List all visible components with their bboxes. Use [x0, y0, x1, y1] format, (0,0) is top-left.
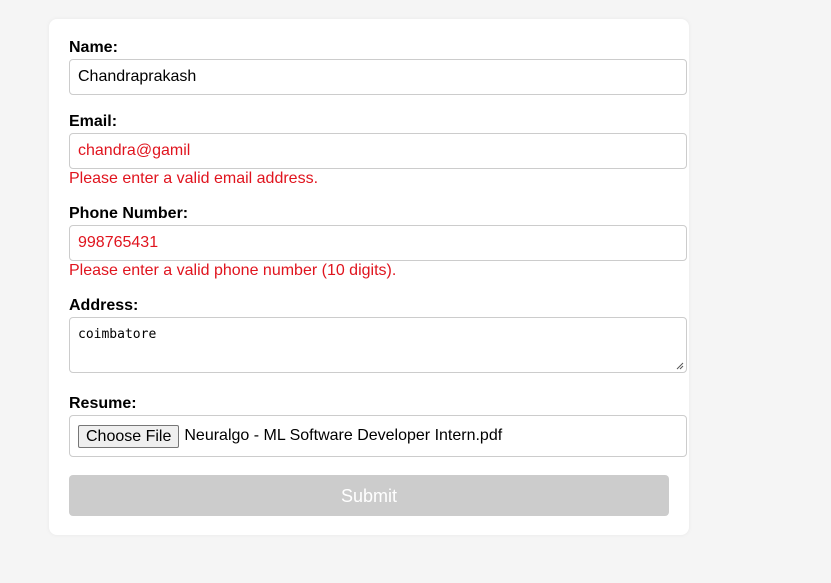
email-label: Email:	[69, 113, 118, 130]
phone-label: Phone Number:	[69, 205, 189, 222]
email-input[interactable]: chandra@gamil	[69, 133, 687, 169]
email-error-message: Please enter a valid email address.	[69, 170, 319, 187]
choose-file-button[interactable]: Choose File	[78, 424, 180, 448]
resize-handle-icon[interactable]	[676, 362, 684, 370]
phone-error-message: Please enter a valid phone number (10 di…	[69, 262, 397, 279]
name-field-group: Name: Chandraprakash	[69, 39, 687, 95]
resume-file-input[interactable]: Choose File Neuralgo - ML Software Devel…	[69, 415, 687, 457]
name-label: Name:	[69, 39, 118, 56]
address-value: coimbatore	[78, 327, 157, 342]
address-label: Address:	[69, 297, 139, 314]
phone-input[interactable]: 998765431	[69, 225, 687, 261]
resume-field-group: Resume: Choose File Neuralgo - ML Softwa…	[69, 395, 687, 457]
submit-button[interactable]: Submit	[69, 475, 669, 516]
address-field-group: Address: coimbatore	[69, 297, 687, 373]
address-textarea[interactable]: coimbatore	[69, 317, 687, 373]
name-input[interactable]: Chandraprakash	[69, 59, 687, 95]
selected-file-name: Neuralgo - ML Software Developer Intern.…	[184, 427, 503, 444]
phone-field-group: Phone Number: 998765431 Please enter a v…	[69, 205, 687, 280]
resume-label: Resume:	[69, 395, 137, 412]
application-form: Name: Chandraprakash Email: chandra@gami…	[49, 19, 689, 535]
email-field-group: Email: chandra@gamil Please enter a vali…	[69, 113, 687, 188]
